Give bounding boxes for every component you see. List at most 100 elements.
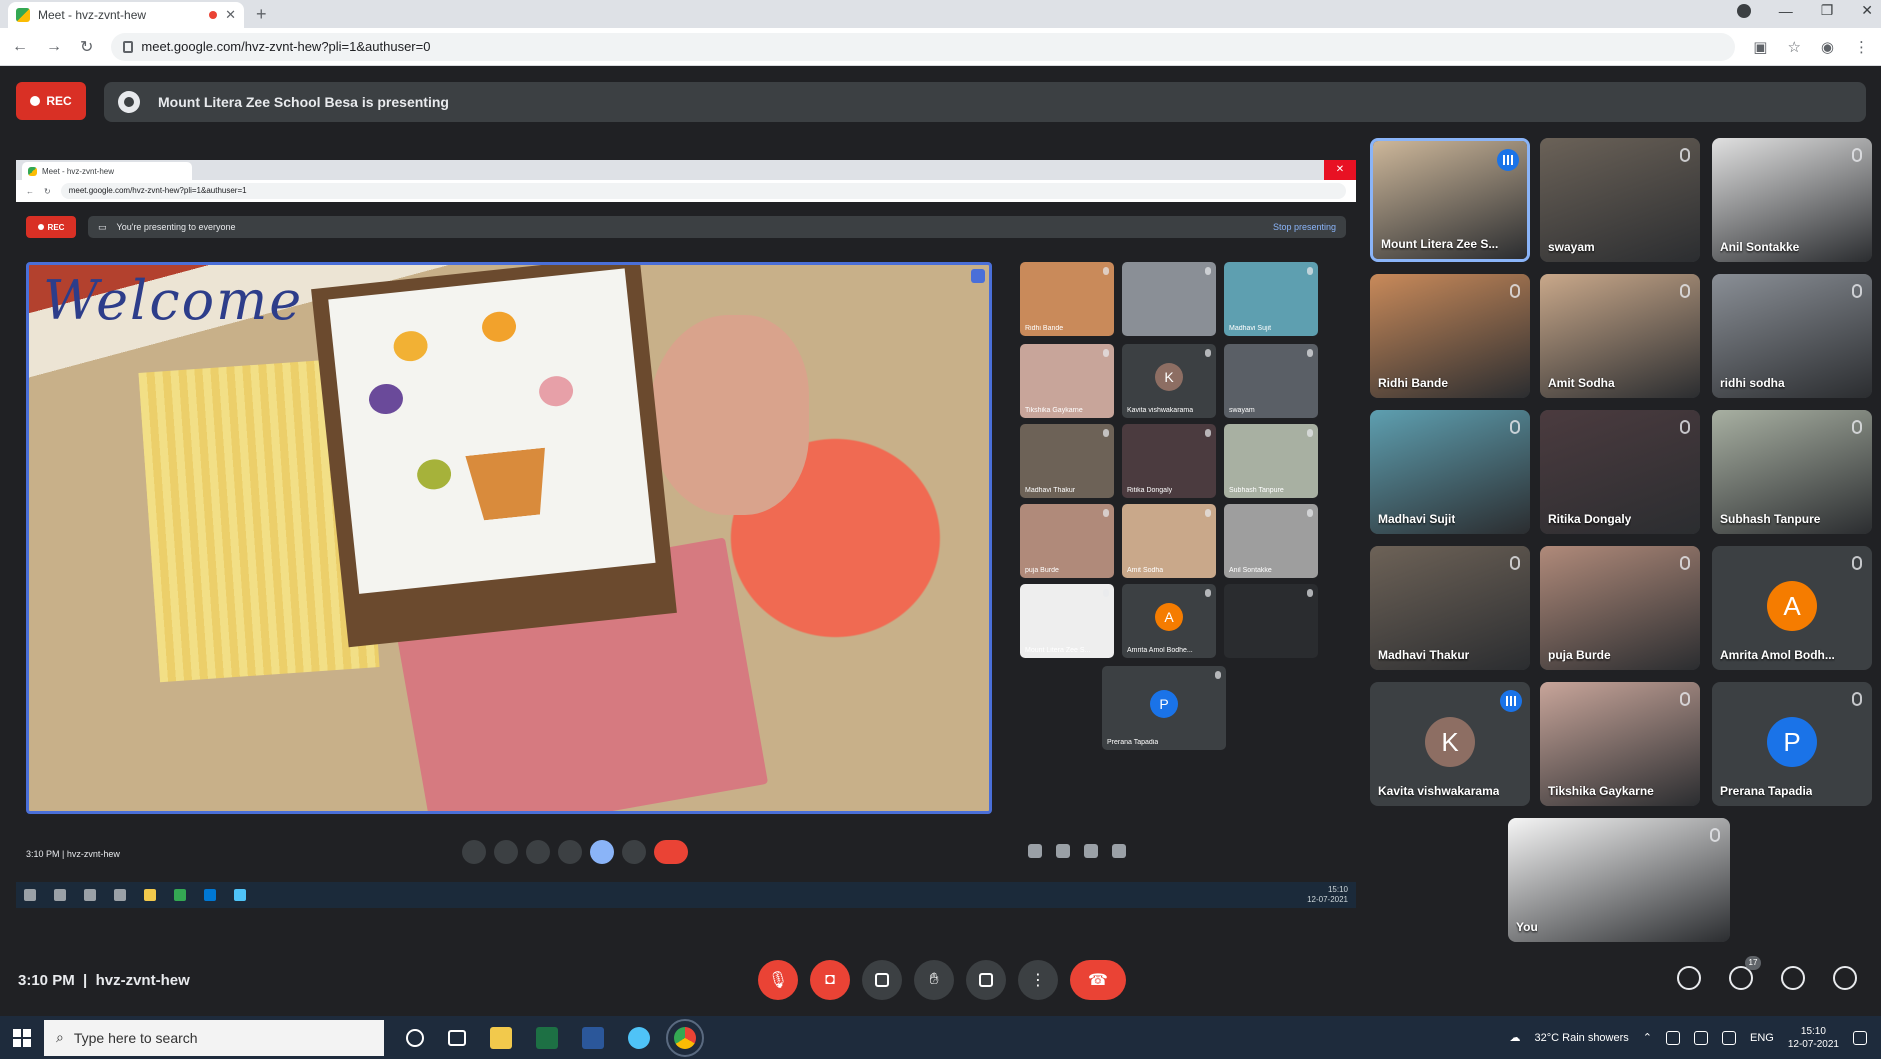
avatar-initial: K (1425, 716, 1475, 767)
shared-participant-tile: Amit Sodha (1122, 504, 1216, 578)
account-icon[interactable]: ◉ (1821, 38, 1834, 56)
activities-icon[interactable] (1833, 966, 1857, 990)
bookmark-star-icon[interactable]: ☆ (1787, 38, 1800, 56)
chrome-icon[interactable] (666, 1018, 704, 1057)
participant-name: Ritika Dongaly (1548, 512, 1632, 526)
menu-kebab-icon[interactable]: ⋮ (1854, 38, 1869, 56)
presenting-banner: Mount Litera Zee School Besa is presenti… (104, 82, 1866, 122)
word-icon[interactable] (582, 1026, 604, 1049)
omnibox[interactable]: meet.google.com/hvz-zvnt-hew?pli=1&authu… (111, 32, 1736, 61)
recording-badge[interactable]: REC (16, 82, 86, 120)
mic-muted-icon (1710, 828, 1720, 842)
close-tab-icon[interactable]: ✕ (225, 7, 236, 23)
mic-off-button[interactable]: 🎙︎ (758, 960, 798, 1000)
start-button[interactable] (0, 1016, 44, 1059)
browser-tab-meet[interactable]: Meet - hvz-zvnt-hew ✕ (8, 2, 244, 28)
participant-tile[interactable]: Ritika Dongaly (1540, 410, 1700, 534)
more-options-button[interactable]: ⋮ (1018, 960, 1058, 1000)
shared-back-icon: ← (26, 186, 34, 196)
participant-tile[interactable]: P Prerana Tapadia (1712, 682, 1872, 806)
present-button[interactable] (966, 960, 1006, 1000)
taskbar-clock[interactable]: 15:10 12-07-2021 (1788, 1025, 1839, 1051)
shared-participant-tile (1224, 584, 1318, 658)
participant-tile[interactable]: puja Burde (1540, 546, 1700, 670)
network-icon[interactable] (1722, 1030, 1736, 1045)
participant-name: Kavita vishwakarama (1378, 784, 1500, 798)
windows-logo-icon (13, 1028, 31, 1047)
speaking-indicator-icon (1497, 149, 1519, 171)
forward-button[interactable]: → (46, 38, 62, 56)
participant-name: You (1516, 920, 1538, 934)
close-window-button[interactable]: ✕ (1861, 2, 1873, 19)
language-indicator[interactable]: ENG (1750, 1032, 1774, 1044)
camera-off-button[interactable]: ◘ (810, 960, 850, 1000)
tray-chevron-icon[interactable]: ⌃ (1643, 1031, 1652, 1044)
search-icon: ⌕ (56, 1029, 64, 1045)
participant-tile[interactable]: Madhavi Sujit (1370, 410, 1530, 534)
mic-muted-icon (1680, 284, 1690, 298)
record-dot-icon (30, 96, 41, 106)
shared-participant-tile: Tikshika Gaykarne (1020, 344, 1114, 418)
participant-name: Madhavi Sujit (1378, 512, 1456, 526)
participant-tile[interactable]: Ridhi Bande (1370, 274, 1530, 398)
captions-button[interactable] (862, 960, 902, 1000)
shared-mic-muted-icon (1103, 589, 1109, 597)
shared-mic-muted-icon (1103, 429, 1109, 437)
taskbar-search[interactable]: ⌕ Type here to search (44, 1019, 384, 1056)
shared-clock-date: 12-07-2021 (1307, 895, 1348, 904)
end-call-button[interactable]: ☎︎ (1070, 960, 1126, 1000)
shared-mic-muted-icon (1205, 349, 1211, 357)
meeting-details[interactable]: 3:10 PM | hvz-zvnt-hew (18, 972, 190, 989)
participant-tile[interactable]: Amit Sodha (1540, 274, 1700, 398)
cortana-icon[interactable] (406, 1028, 424, 1047)
file-explorer-icon[interactable] (490, 1026, 512, 1049)
notifications-icon[interactable] (1853, 1030, 1867, 1045)
task-view-icon[interactable] (448, 1029, 466, 1046)
mic-tray-icon[interactable] (1666, 1030, 1680, 1045)
volume-icon[interactable] (1694, 1030, 1708, 1045)
shared-participant-tile (1122, 262, 1216, 336)
shared-participant-tile: swayam (1224, 344, 1318, 418)
participant-name: Amrita Amol Bodh... (1720, 648, 1835, 662)
shared-participant-name: swayam (1229, 407, 1255, 414)
participant-tile[interactable]: K Kavita vishwakarama (1370, 682, 1530, 806)
network-app-icon[interactable] (628, 1026, 650, 1049)
reload-button[interactable]: ↻ (80, 37, 93, 57)
participant-tile[interactable]: Subhash Tanpure (1712, 410, 1872, 534)
participant-tile[interactable]: swayam (1540, 138, 1700, 262)
address-bar: ← → ↻ meet.google.com/hvz-zvnt-hew?pli=1… (0, 28, 1881, 66)
meeting-code: hvz-zvnt-hew (95, 972, 190, 989)
meeting-info-icon[interactable] (1677, 966, 1701, 990)
participant-tile[interactable]: Madhavi Thakur (1370, 546, 1530, 670)
participant-tile[interactable]: Tikshika Gaykarne (1540, 682, 1700, 806)
raise-hand-button[interactable]: ✋︎ (914, 960, 954, 1000)
shared-chat-icon (1084, 844, 1098, 858)
back-button[interactable]: ← (12, 38, 28, 56)
participant-name: Ridhi Bande (1378, 376, 1449, 390)
shared-clock: 15:10 12-07-2021 (1307, 885, 1348, 905)
weather-cloud-icon[interactable]: ☁ (1510, 1031, 1521, 1044)
shared-edge-icon (204, 889, 216, 901)
restore-button[interactable]: ❐ (1821, 2, 1834, 19)
profile-icon[interactable] (1736, 3, 1751, 18)
people-icon[interactable] (1729, 956, 1761, 990)
mic-muted-icon (1852, 556, 1862, 570)
weather-text[interactable]: 32°C Rain showers (1535, 1032, 1629, 1044)
chat-icon[interactable] (1781, 966, 1805, 990)
new-tab-button[interactable]: + (256, 4, 267, 25)
shared-participant-tile: Madhavi Sujit (1224, 262, 1318, 336)
participant-tile[interactable]: You (1508, 818, 1730, 942)
excel-icon[interactable] (536, 1026, 558, 1049)
minimize-button[interactable]: — (1779, 3, 1793, 19)
camera-icon[interactable]: ▣ (1753, 38, 1767, 56)
clock-time: 15:10 (1800, 1025, 1826, 1037)
main-video-feed: Welcome (26, 262, 992, 814)
participant-tile[interactable]: ridhi sodha (1712, 274, 1872, 398)
browser-tabbar: Meet - hvz-zvnt-hew ✕ + — ❐ ✕ (0, 0, 1881, 28)
shared-participant-name: Prerana Tapadia (1107, 739, 1159, 746)
shared-mic-muted-icon (1103, 509, 1109, 517)
participant-tile[interactable]: Mount Litera Zee S... (1370, 138, 1530, 262)
participant-tile[interactable]: Anil Sontakke (1712, 138, 1872, 262)
participant-tile[interactable]: A Amrita Amol Bodh... (1712, 546, 1872, 670)
orange-flower (480, 310, 518, 344)
